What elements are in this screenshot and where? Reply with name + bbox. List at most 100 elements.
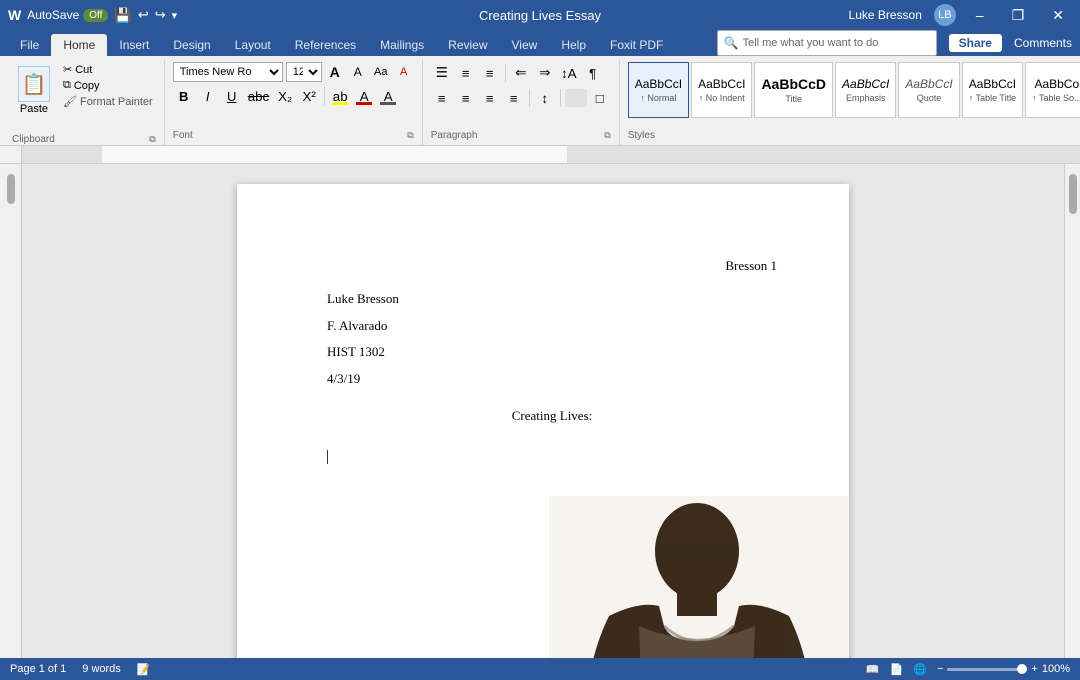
zoom-out-icon[interactable]: −	[937, 663, 943, 675]
tab-mailings[interactable]: Mailings	[368, 34, 436, 56]
proofing-icon[interactable]: 📝	[137, 663, 151, 676]
style-normal[interactable]: AaBbCcI ↑ Normal	[628, 62, 689, 118]
paragraph-controls: ☰ ≡ ≡ ⇐ ⇒ ↕A ¶ ≡ ≡ ≡ ≡ ↕ □	[431, 62, 611, 109]
highlight-button[interactable]: ab	[329, 85, 351, 107]
tab-help[interactable]: Help	[549, 34, 598, 56]
close-button[interactable]: ✕	[1044, 5, 1072, 26]
style-title[interactable]: AaBbCcD Title	[754, 62, 833, 118]
underline-button[interactable]: U	[221, 85, 243, 107]
tab-insert[interactable]: Insert	[107, 34, 161, 56]
save-icon[interactable]: 💾	[114, 7, 131, 24]
style-no-indent-preview: AaBbCcI	[698, 77, 745, 91]
font-expand-icon[interactable]: ⧉	[407, 130, 413, 141]
tab-review[interactable]: Review	[436, 34, 499, 56]
doc-header-text: Bresson 1	[725, 258, 777, 273]
style-title-name: Title	[785, 94, 802, 104]
strikethrough-button[interactable]: abc	[245, 85, 273, 107]
tab-view[interactable]: View	[500, 34, 550, 56]
search-bar[interactable]: 🔍 Tell me what you want to do	[717, 30, 937, 56]
justify-button[interactable]: ≡	[503, 87, 525, 109]
status-bar-right: 📖 📄 🌐 − + 100%	[866, 663, 1070, 676]
tab-references[interactable]: References	[283, 34, 368, 56]
style-table-so[interactable]: AaBbCo ↑ Table So...	[1025, 62, 1080, 118]
ribbon: 📋 Paste ✂ Cut ⧉ Copy 🖌 Format Painter	[0, 56, 1080, 146]
zoom-in-icon[interactable]: +	[1031, 663, 1037, 675]
bullets-button[interactable]: ☰	[431, 62, 453, 84]
clipboard-expand-icon[interactable]: ⧉	[149, 134, 155, 145]
document-cursor-area[interactable]	[327, 447, 777, 468]
change-case-button[interactable]: Aa	[371, 62, 391, 82]
view-read-icon[interactable]: 📖	[866, 663, 880, 676]
autosave-section: AutoSave Off	[27, 8, 108, 22]
tab-foxit[interactable]: Foxit PDF	[598, 34, 675, 56]
word-count[interactable]: 9 words	[82, 663, 121, 675]
tab-home[interactable]: Home	[51, 34, 107, 56]
font-label: Font	[173, 130, 193, 141]
shading-color-button[interactable]: A	[377, 85, 399, 107]
show-hide-button[interactable]: ¶	[582, 62, 604, 84]
style-emphasis[interactable]: AaBbCcI Emphasis	[835, 62, 896, 118]
view-print-icon[interactable]: 📄	[890, 663, 904, 676]
format-painter-label: Format Painter	[80, 96, 153, 108]
tab-layout[interactable]: Layout	[223, 34, 283, 56]
account-icon[interactable]: LB	[934, 4, 956, 26]
doc-author-line4: 4/3/19	[327, 369, 777, 390]
cut-button[interactable]: ✂ Cut	[60, 62, 156, 77]
style-emphasis-preview: AaBbCcI	[842, 77, 889, 91]
autosave-toggle[interactable]: Off	[83, 9, 108, 22]
minimize-button[interactable]: –	[968, 5, 992, 25]
superscript-button[interactable]: X²	[298, 85, 320, 107]
tab-design[interactable]: Design	[161, 34, 222, 56]
style-normal-name: ↑ Normal	[640, 93, 676, 103]
restore-button[interactable]: ❐	[1004, 5, 1033, 26]
paragraph-expand-icon[interactable]: ⧉	[604, 130, 610, 141]
right-scrollbar-thumb[interactable]	[1069, 174, 1077, 214]
title-bar: W AutoSave Off 💾 ↩ ↪ ▾ Creating Lives Es…	[0, 0, 1080, 30]
page-info[interactable]: Page 1 of 1	[10, 663, 66, 675]
style-no-indent[interactable]: AaBbCcI ↑ No Indent	[691, 62, 752, 118]
paste-button[interactable]: 📋 Paste	[12, 62, 56, 119]
bold-button[interactable]: B	[173, 85, 195, 107]
increase-indent-button[interactable]: ⇒	[534, 62, 556, 84]
align-right-button[interactable]: ≡	[479, 87, 501, 109]
line-spacing-button[interactable]: ↕	[534, 87, 556, 109]
subscript-button[interactable]: X₂	[274, 85, 296, 107]
style-quote[interactable]: AaBbCcI Quote	[898, 62, 959, 118]
decrease-indent-button[interactable]: ⇐	[510, 62, 532, 84]
format-painter-button[interactable]: 🖌 Format Painter	[60, 94, 156, 109]
style-title-preview: AaBbCcD	[761, 76, 826, 92]
style-table-title[interactable]: AaBbCcI ↑ Table Title	[962, 62, 1023, 118]
share-button[interactable]: Share	[949, 34, 1002, 52]
zoom-level[interactable]: 100%	[1042, 663, 1070, 675]
shading-button[interactable]	[565, 89, 587, 107]
search-icon: 🔍	[724, 36, 739, 50]
search-placeholder: Tell me what you want to do	[743, 37, 879, 49]
font-size-select[interactable]: 12	[286, 62, 322, 82]
sort-button[interactable]: ↕A	[558, 62, 580, 84]
view-web-icon[interactable]: 🌐	[913, 663, 927, 676]
content-area[interactable]: Bresson 1 Luke Bresson F. Alvarado HIST …	[22, 164, 1064, 676]
tab-file[interactable]: File	[8, 34, 51, 56]
ruler-corner	[0, 146, 22, 163]
grow-font-button[interactable]: A	[325, 62, 345, 82]
paste-icon: 📋	[18, 66, 50, 102]
zoom-handle[interactable]	[1017, 664, 1027, 674]
style-table-so-name: ↑ Table So...	[1032, 93, 1080, 103]
zoom-slider[interactable]: − + 100%	[937, 663, 1070, 675]
borders-button[interactable]: □	[589, 87, 611, 109]
undo-icon[interactable]: ↩	[138, 7, 149, 23]
clear-format-button[interactable]: A	[394, 62, 414, 82]
customize-qat-icon[interactable]: ▾	[172, 9, 178, 22]
vertical-scrollbar-thumb[interactable]	[7, 174, 15, 204]
copy-button[interactable]: ⧉ Copy	[60, 78, 156, 93]
italic-button[interactable]: I	[197, 85, 219, 107]
numbering-button[interactable]: ≡	[455, 62, 477, 84]
align-center-button[interactable]: ≡	[455, 87, 477, 109]
font-name-select[interactable]: Times New Ro	[173, 62, 283, 82]
multilevel-button[interactable]: ≡	[479, 62, 501, 84]
comments-button[interactable]: Comments	[1014, 36, 1072, 50]
align-left-button[interactable]: ≡	[431, 87, 453, 109]
redo-icon[interactable]: ↪	[155, 7, 166, 23]
font-color-button[interactable]: A	[353, 85, 375, 107]
shrink-font-button[interactable]: A	[348, 62, 368, 82]
